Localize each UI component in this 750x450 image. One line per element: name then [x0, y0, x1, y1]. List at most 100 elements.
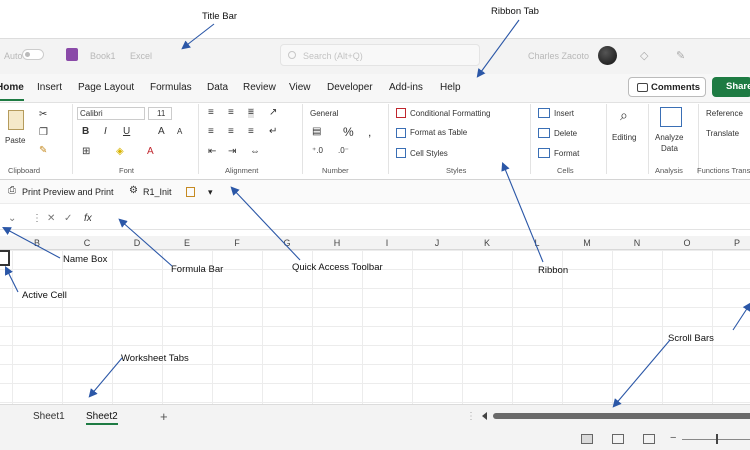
column-header[interactable]: I — [362, 238, 412, 248]
tab-data[interactable]: Data — [207, 82, 228, 93]
percent-icon[interactable]: % — [343, 126, 354, 138]
fill-color-icon[interactable]: ◈ — [116, 147, 124, 157]
merge-icon[interactable]: ⇔ — [250, 147, 260, 157]
increase-font-icon[interactable]: A — [158, 127, 165, 137]
column-header[interactable]: P — [712, 238, 750, 248]
italic-icon[interactable]: I — [104, 127, 107, 137]
qat-customize-icon[interactable]: ▾ — [208, 187, 213, 198]
pen-icon[interactable]: ✎ — [676, 49, 685, 62]
conditional-formatting-button[interactable]: Conditional Formatting — [410, 109, 490, 118]
bold-icon[interactable]: B — [82, 127, 89, 137]
align-center-icon[interactable]: ≡ — [228, 127, 234, 137]
tab-developer[interactable]: Developer — [327, 82, 373, 93]
annotation-name-box: Name Box — [63, 254, 108, 265]
save-icon[interactable] — [66, 48, 78, 61]
font-color-icon[interactable]: A — [147, 147, 154, 157]
comments-button[interactable]: Comments — [628, 77, 706, 97]
sheet-tab-sheet1[interactable]: Sheet1 — [33, 411, 65, 422]
paste-label[interactable]: Paste — [5, 136, 25, 145]
enter-icon[interactable]: ✓ — [64, 213, 72, 224]
macro-button[interactable]: R1_Init — [143, 187, 172, 197]
analyze-data-label-2[interactable]: Data — [661, 144, 678, 153]
decrease-decimal-icon[interactable]: .0⁻ — [338, 147, 349, 155]
sheet-tab-sheet2[interactable]: Sheet2 — [86, 411, 118, 425]
borders-icon[interactable]: ⊞ — [82, 147, 90, 157]
name-box-dropdown-icon[interactable]: ⌄ — [8, 213, 16, 224]
accounting-icon[interactable]: ▤ — [312, 127, 321, 137]
decrease-font-icon[interactable]: A — [177, 128, 182, 136]
column-header[interactable]: D — [112, 238, 162, 248]
user-name: Charles Zacoto — [528, 51, 590, 61]
align-bottom-icon[interactable]: ≡ — [248, 108, 254, 118]
align-middle-icon[interactable]: ≡ — [228, 108, 234, 118]
tab-split-handle[interactable]: ⋮ — [466, 411, 476, 422]
cut-icon[interactable]: ✂ — [39, 110, 47, 120]
zoom-out-icon[interactable]: − — [670, 432, 676, 444]
formula-bar[interactable] — [0, 208, 750, 230]
print-preview-button[interactable]: Print Preview and Print — [22, 187, 114, 197]
increase-indent-icon[interactable]: ⇥ — [228, 147, 236, 157]
increase-decimal-icon[interactable]: ⁺.0 — [312, 147, 323, 155]
column-header[interactable]: G — [262, 238, 312, 248]
avatar[interactable] — [598, 46, 617, 65]
column-header[interactable]: O — [662, 238, 712, 248]
tab-home[interactable]: Home — [0, 82, 24, 101]
column-header[interactable]: B — [12, 238, 62, 248]
search-box[interactable]: Search (Alt+Q) — [280, 44, 480, 66]
magnifier-icon[interactable]: ⌕ — [620, 108, 628, 122]
column-header[interactable]: N — [612, 238, 662, 248]
scroll-left-icon[interactable] — [482, 412, 487, 420]
add-sheet-button[interactable]: + — [160, 409, 168, 424]
column-header[interactable]: M — [562, 238, 612, 248]
page-break-view-icon[interactable] — [643, 434, 655, 444]
orientation-icon[interactable]: ↗ — [269, 108, 277, 118]
align-left-icon[interactable]: ≡ — [208, 127, 214, 137]
active-cell[interactable] — [0, 250, 10, 266]
tab-view[interactable]: View — [289, 82, 311, 93]
cell-styles-button[interactable]: Cell Styles — [410, 149, 448, 158]
translate-button[interactable]: Translate — [706, 129, 739, 138]
format-painter-icon[interactable]: ✎ — [39, 146, 47, 156]
column-header[interactable]: H — [312, 238, 362, 248]
format-cells-button[interactable]: Format — [554, 149, 579, 158]
tab-review[interactable]: Review — [243, 82, 276, 93]
copy-icon[interactable]: ❐ — [39, 128, 48, 138]
tab-page-layout[interactable]: Page Layout — [78, 82, 134, 93]
functions-group-label: Functions Translate — [697, 166, 750, 175]
column-header[interactable]: F — [212, 238, 262, 248]
horizontal-scrollbar[interactable] — [493, 413, 750, 419]
cancel-icon[interactable]: ✕ — [47, 213, 55, 224]
insert-cells-button[interactable]: Insert — [554, 109, 574, 118]
insert-function-icon[interactable]: fx — [84, 213, 92, 224]
align-right-icon[interactable]: ≡ — [248, 127, 254, 137]
diamond-icon[interactable]: ◇ — [640, 49, 648, 62]
number-format[interactable]: General — [310, 109, 338, 118]
comma-icon[interactable]: , — [368, 126, 371, 138]
paste-icon[interactable] — [8, 110, 24, 130]
column-header[interactable]: L — [512, 238, 562, 248]
reference-button[interactable]: Reference — [706, 109, 743, 118]
page-layout-view-icon[interactable] — [612, 434, 624, 444]
analyze-data-label-1[interactable]: Analyze — [655, 133, 683, 142]
worksheet-grid[interactable] — [0, 250, 750, 404]
column-header[interactable]: E — [162, 238, 212, 248]
wrap-text-icon[interactable]: ↵ — [269, 127, 277, 137]
tab-help[interactable]: Help — [440, 82, 461, 93]
autosave-toggle[interactable] — [22, 49, 44, 60]
normal-view-icon[interactable] — [581, 434, 593, 444]
column-header[interactable]: J — [412, 238, 462, 248]
column-header[interactable]: K — [462, 238, 512, 248]
decrease-indent-icon[interactable]: ⇤ — [208, 147, 216, 157]
zoom-slider-knob[interactable] — [716, 434, 718, 444]
underline-icon[interactable]: U — [123, 127, 130, 137]
format-as-table-button[interactable]: Format as Table — [410, 128, 467, 137]
align-top-icon[interactable]: ≡ — [208, 108, 214, 118]
tab-add-ins[interactable]: Add-ins — [389, 82, 423, 93]
delete-cells-button[interactable]: Delete — [554, 129, 577, 138]
qat-form-icon[interactable] — [186, 187, 195, 197]
column-header[interactable]: C — [62, 238, 112, 248]
editing-button[interactable]: Editing — [612, 133, 636, 142]
share-button[interactable]: Share — [712, 77, 750, 97]
tab-formulas[interactable]: Formulas — [150, 82, 192, 93]
tab-insert[interactable]: Insert — [37, 82, 62, 93]
